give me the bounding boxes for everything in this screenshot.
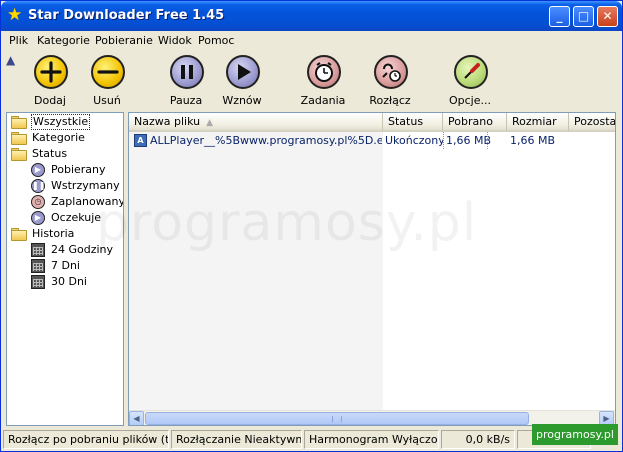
cell-filename: ALLPlayer__%5Bwww.programosy.pl%5D.exe — [150, 134, 382, 147]
column-header-filename[interactable]: Nazwa pliku ▲ — [129, 113, 383, 132]
app-window: ★ Star Downloader Free 1.45 _ □ ✕ Plik K… — [0, 0, 623, 452]
collapse-toolbar-icon[interactable]: ▲ — [6, 53, 18, 67]
skip-icon: ▶ — [31, 211, 45, 225]
file-icon: A — [134, 134, 147, 147]
tree-item-label: Historia — [32, 227, 75, 240]
tree-item-label: Wszystkie — [31, 114, 91, 130]
disconnect-icon — [374, 55, 408, 89]
menu-plik[interactable]: Plik — [9, 34, 28, 47]
menu-pomoc[interactable]: Pomoc — [198, 34, 234, 47]
grip-icon — [332, 416, 342, 422]
disconnect-button[interactable]: Rozłącz — [358, 53, 422, 109]
status-download-speed: 0,0 kB/s — [441, 430, 515, 449]
list-background — [129, 132, 383, 410]
clock-icon: ◷ — [31, 195, 45, 209]
sort-ascending-icon: ▲ — [206, 118, 213, 128]
folder-icon — [11, 132, 27, 145]
watermark: programosy.pl — [96, 193, 478, 253]
minimize-icon: _ — [556, 9, 563, 23]
calendar-icon — [31, 243, 45, 257]
status-disconnect-after: Rozłącz po pobraniu plików (tylko — [3, 430, 169, 449]
menu-pobieranie[interactable]: Pobieranie — [95, 34, 153, 47]
calendar-icon — [31, 259, 45, 273]
tasks-button-label: Zadania — [300, 94, 346, 107]
table-row[interactable]: A ALLPlayer__%5Bwww.programosy.pl%5D.exe… — [129, 132, 615, 149]
menu-bar: Plik Kategorie Pobieranie Widok Pomoc — [1, 31, 622, 51]
minus-icon — [91, 55, 125, 89]
play-icon: ▶ — [31, 163, 45, 177]
add-button-label: Dodaj — [34, 94, 66, 107]
folder-icon — [11, 228, 27, 241]
cell-downloaded: 1,66 MB — [446, 134, 492, 147]
title-bar[interactable]: ★ Star Downloader Free 1.45 _ □ ✕ — [1, 1, 622, 31]
column-divider — [487, 132, 488, 149]
column-header-label: Status — [388, 115, 424, 128]
tree-item-label: Pobierany — [51, 163, 106, 176]
download-list[interactable]: Nazwa pliku ▲ Status Pobrano Rozmiar Pozo… — [128, 112, 616, 426]
column-header-label: Pobrano — [448, 115, 493, 128]
tasks-button[interactable]: Zadania — [291, 53, 355, 109]
play-icon — [226, 55, 260, 89]
pause-icon: ❚❚ — [31, 179, 45, 193]
cell-size: 1,66 MB — [510, 134, 556, 147]
screwdriver-icon — [454, 55, 488, 89]
tree-item-label: Wstrzymany — [51, 179, 120, 192]
cell-status: Ukończony — [385, 134, 443, 147]
column-header-label: Rozmiar — [512, 115, 557, 128]
tree-item-label: 30 Dni — [51, 275, 87, 288]
minimize-button[interactable]: _ — [549, 6, 570, 27]
status-scheduler: Harmonogram Wyłączony — [304, 430, 439, 449]
chevron-left-icon: ◀ — [133, 414, 140, 423]
cell-remaining — [572, 132, 615, 149]
toolbar: ▲ Dodaj Usuń Pauza Wznów Zadania Rozłącz… — [1, 51, 622, 111]
pause-button-label: Pauza — [169, 94, 203, 107]
column-header-size[interactable]: Rozmiar — [507, 113, 569, 132]
scroll-left-button[interactable]: ◀ — [129, 411, 144, 425]
status-disconnect-state: Rozłączanie Nieaktywne — [171, 430, 302, 449]
options-button[interactable]: Opcje... — [438, 53, 502, 109]
app-star-icon: ★ — [7, 5, 23, 25]
resume-button[interactable]: Wznów — [210, 53, 274, 109]
maximize-icon: □ — [577, 9, 590, 23]
plus-icon — [34, 55, 68, 89]
scrollbar-thumb[interactable] — [145, 412, 529, 425]
pause-icon — [170, 55, 204, 89]
tree-item-label: Oczekuje — [51, 211, 102, 224]
horizontal-scrollbar[interactable]: ◀ ▶ — [129, 410, 615, 425]
menu-kategorie[interactable]: Kategorie — [37, 34, 90, 47]
maximize-button[interactable]: □ — [573, 6, 594, 27]
window-title: Star Downloader Free 1.45 — [28, 8, 225, 23]
site-logo-badge: programosy.pl — [532, 424, 618, 445]
calendar-icon — [31, 275, 45, 289]
column-header-label: Nazwa pliku — [134, 115, 201, 128]
resume-button-label: Wznów — [222, 94, 262, 107]
close-button[interactable]: ✕ — [597, 6, 618, 27]
disconnect-button-label: Rozłącz — [369, 94, 411, 107]
tree-item-label: Status — [32, 147, 68, 160]
category-tree[interactable]: Wszystkie Kategorie Status ▶ Pobierany ❚… — [6, 112, 124, 426]
options-button-label: Opcje... — [448, 94, 491, 107]
remove-button[interactable]: Usuń — [75, 53, 139, 109]
column-header-remaining[interactable]: Pozosta... — [569, 113, 616, 132]
status-bar: Rozłącz po pobraniu plików (tylko Rozłąc… — [1, 428, 622, 451]
remove-button-label: Usuń — [93, 94, 121, 107]
pause-button[interactable]: Pauza — [154, 53, 218, 109]
column-divider — [443, 132, 444, 149]
chevron-right-icon: ▶ — [603, 414, 610, 423]
menu-widok[interactable]: Widok — [158, 34, 192, 47]
folder-icon — [11, 116, 27, 129]
tree-item-label: Kategorie — [32, 131, 85, 144]
tree-item-label: 7 Dni — [51, 259, 80, 272]
add-button[interactable]: Dodaj — [18, 53, 82, 109]
column-header-downloaded[interactable]: Pobrano — [443, 113, 507, 132]
clock-icon — [307, 55, 341, 89]
column-header-label: Pozosta... — [574, 115, 616, 128]
folder-icon — [11, 148, 27, 161]
column-header-status[interactable]: Status — [383, 113, 443, 132]
close-icon: ✕ — [602, 9, 613, 23]
